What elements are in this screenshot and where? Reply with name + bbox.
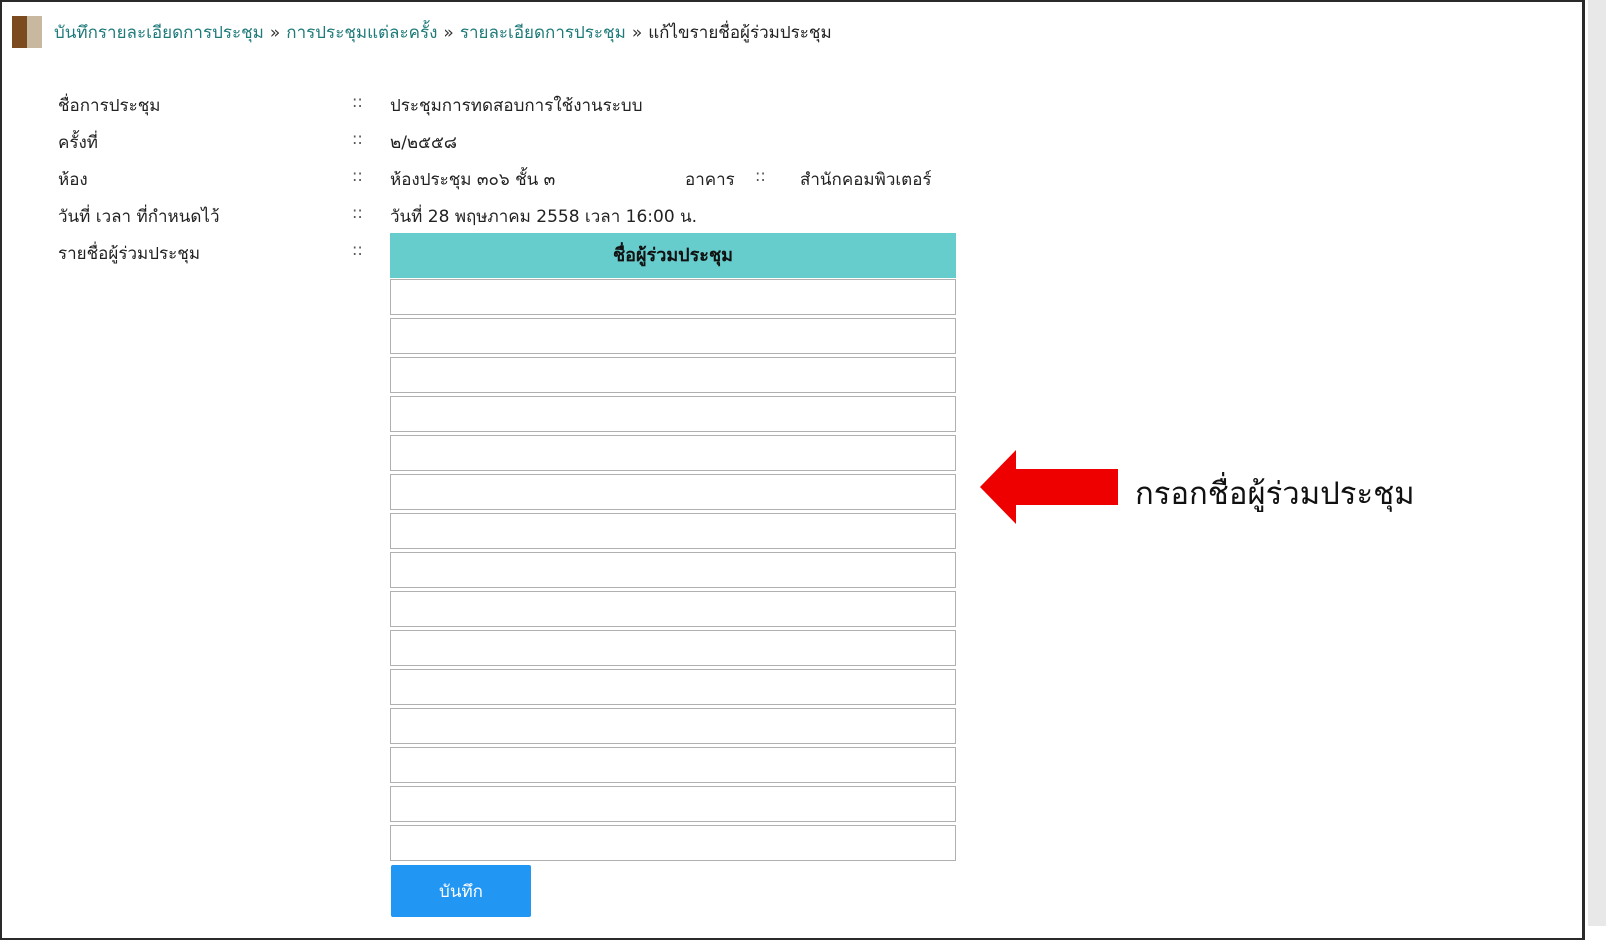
meeting-datetime-label: วันที่ เวลา ที่กำหนดไว้ xyxy=(58,207,220,227)
attendee-name-input[interactable] xyxy=(390,435,956,471)
attendee-name-input[interactable] xyxy=(390,279,956,315)
annotation-text: กรอกชื่อผู้ร่วมประชุม xyxy=(1135,476,1415,511)
breadcrumb-link-meeting-details[interactable]: รายละเอียดการประชุม xyxy=(460,23,626,43)
breadcrumb-link-meetings[interactable]: การประชุมแต่ละครั้ง xyxy=(286,23,437,43)
table-row xyxy=(390,669,956,707)
breadcrumb-separator: » xyxy=(443,23,454,43)
attendee-name-input[interactable] xyxy=(390,552,956,588)
meeting-room-value: ห้องประชุม ๓๐๖ ชั้น ๓ xyxy=(390,170,556,190)
attendee-name-input[interactable] xyxy=(390,708,956,744)
table-row xyxy=(390,825,956,863)
breadcrumb-marker-icon xyxy=(12,16,42,48)
table-row xyxy=(390,708,956,746)
table-row xyxy=(390,357,956,395)
breadcrumb-separator: » xyxy=(631,23,643,43)
table-row xyxy=(390,396,956,434)
meeting-room-label: ห้อง xyxy=(58,170,88,190)
attendee-name-input[interactable] xyxy=(390,825,956,861)
breadcrumb-link-meeting-minutes[interactable]: บันทึกรายละเอียดการประชุม xyxy=(54,23,264,43)
attendee-name-input[interactable] xyxy=(390,396,956,432)
meeting-name-value: ประชุมการทดสอบการใช้งานระบบ xyxy=(390,96,643,116)
meeting-building-label: อาคาร xyxy=(685,170,735,190)
meeting-round-label: ครั้งที่ xyxy=(58,133,99,153)
attendee-name-input[interactable] xyxy=(390,474,956,510)
separator: :: xyxy=(352,129,363,148)
table-row xyxy=(390,630,956,668)
table-row xyxy=(390,318,956,356)
attendee-name-input[interactable] xyxy=(390,513,956,549)
table-row xyxy=(390,435,956,473)
meeting-round-value: ๒/๒๕๕๘ xyxy=(390,133,457,153)
right-gutter xyxy=(1588,0,1606,926)
attendee-name-input[interactable] xyxy=(390,591,956,627)
attendee-table-header: ชื่อผู้ร่วมประชุม xyxy=(390,233,956,278)
separator: :: xyxy=(755,166,766,185)
meeting-name-label: ชื่อการประชุม xyxy=(58,96,161,116)
attendee-name-input[interactable] xyxy=(390,747,956,783)
table-row xyxy=(390,279,956,317)
separator: :: xyxy=(352,240,363,259)
save-button[interactable]: บันทึก xyxy=(391,865,531,917)
attendee-name-input[interactable] xyxy=(390,669,956,705)
table-row xyxy=(390,591,956,629)
annotation-arrow-shape xyxy=(980,450,1118,524)
attendee-name-input[interactable] xyxy=(390,318,956,354)
separator: :: xyxy=(352,166,363,185)
table-row xyxy=(390,513,956,551)
table-row xyxy=(390,474,956,512)
table-row xyxy=(390,552,956,590)
table-row xyxy=(390,786,956,824)
attendee-name-input[interactable] xyxy=(390,786,956,822)
meeting-building-value: สำนักคอมพิวเตอร์ xyxy=(800,170,932,190)
breadcrumb-separator: » xyxy=(269,23,281,43)
meeting-attendees-label: รายชื่อผู้ร่วมประชุม xyxy=(58,244,201,264)
left-arrow-icon xyxy=(980,450,1118,524)
content-frame: บันทึกรายละเอียดการประชุม» การประชุมแต่ละ… xyxy=(0,0,1585,940)
breadcrumb: บันทึกรายละเอียดการประชุม» การประชุมแต่ละ… xyxy=(54,19,832,46)
separator: :: xyxy=(352,92,363,111)
separator: :: xyxy=(352,203,363,222)
attendee-table: ชื่อผู้ร่วมประชุม xyxy=(390,233,956,863)
table-row xyxy=(390,747,956,785)
meeting-datetime-value: วันที่ 28 พฤษภาคม 2558 เวลา 16:00 น. xyxy=(390,207,698,227)
breadcrumb-current: แก้ไขรายชื่อผู้ร่วมประชุม xyxy=(648,23,832,43)
attendee-name-input[interactable] xyxy=(390,630,956,666)
attendee-name-input[interactable] xyxy=(390,357,956,393)
